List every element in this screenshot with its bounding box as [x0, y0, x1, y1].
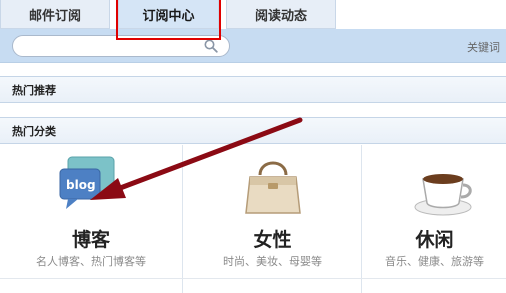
section-hot-recommend: 热门推荐 [0, 76, 506, 103]
tab-label: 阅读动态 [254, 8, 307, 24]
category-card-women[interactable]: 女性 时尚、美妆、母婴等 [184, 145, 362, 293]
category-title: 女性 [253, 229, 292, 251]
category-title: 休闲 [415, 229, 454, 251]
tab-mail-subscribe[interactable]: 邮件订阅 [0, 0, 110, 29]
search-bar: 关键词 [0, 29, 506, 63]
blog-icon: blog [59, 156, 115, 209]
active-tab-highlight [116, 0, 221, 40]
svg-text:blog: blog [66, 178, 96, 192]
category-desc: 音乐、健康、旅游等 [385, 255, 484, 268]
search-icon[interactable] [204, 39, 218, 53]
tab-label: 邮件订阅 [28, 8, 81, 24]
tab-bar: 邮件订阅 订阅中心 阅读动态 [0, 0, 506, 29]
category-desc: 名人博客、热门博客等 [36, 255, 146, 268]
category-card-leisure[interactable]: 休闲 音乐、健康、旅游等 [363, 145, 506, 293]
tab-reading-activity[interactable]: 阅读动态 [226, 0, 336, 29]
section-title: 热门推荐 [12, 83, 56, 97]
category-desc: 时尚、美妆、母婴等 [223, 255, 322, 268]
divider [0, 278, 506, 279]
handbag-icon [245, 161, 301, 214]
category-card-blog[interactable]: blog 博客 名人博客、热门博客等 [0, 145, 183, 293]
category-grid: blog 博客 名人博客、热门博客等 女性 时尚、美妆、母婴等 休闲 音乐、健康… [0, 145, 506, 293]
category-title: 博客 [71, 229, 110, 251]
section-title: 热门分类 [12, 124, 56, 138]
coffee-cup-icon [414, 174, 472, 216]
section-hot-categories: 热门分类 [0, 117, 506, 144]
keyword-label: 关键词 [467, 41, 500, 54]
